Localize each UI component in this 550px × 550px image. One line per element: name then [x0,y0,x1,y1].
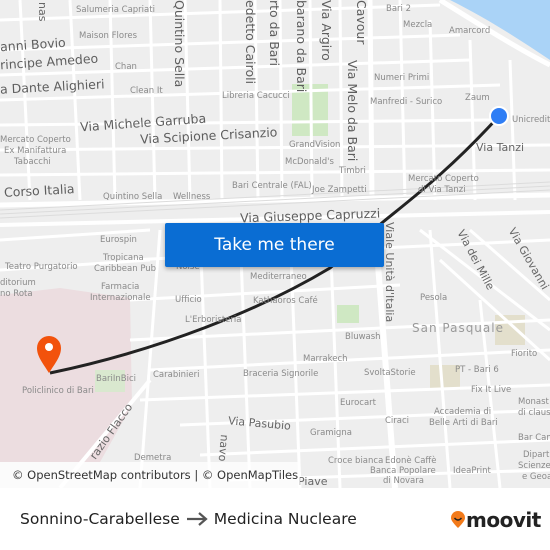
poi-label: Chan [115,62,137,72]
street-label: nas [36,2,49,22]
poi-label: IdeaPrint [453,466,491,476]
map[interactable]: nas Salumeria Capriati Maison Flores ann… [0,0,550,488]
poi-label: Scienze [518,461,550,471]
arrow-right-icon [186,512,208,526]
poi-label: PT - Bari 6 [455,365,499,375]
street-label: Via Melo da Bari [345,60,360,162]
poi-label: Numeri Primi [374,73,430,83]
poi-label: Diparti [523,450,550,460]
poi-label: Manfredi - Surico [370,97,443,107]
poi-label: Belle Arti di Bari [429,418,498,428]
poi-label: di Novara [383,476,424,486]
poi-label: Ciraci [385,416,410,426]
district-label: San Pasquale [412,321,504,335]
poi-label: Salumeria Capriati [76,5,155,15]
destination-name: Medicina Nucleare [213,510,357,528]
poi-label: ditorium [0,278,36,288]
street-label: Cavour [354,0,369,45]
map-attribution[interactable]: © OpenStreetMap contributors | © OpenMap… [0,462,300,488]
poi-label: Eurospin [100,235,137,245]
poi-label: Mercato Coperto [0,135,71,145]
poi-label: Mercato Coperto [408,174,479,184]
poi-label: Pesola [420,293,448,303]
poi-label: SvoltaStorie [364,368,416,378]
poi-label: e Geoa [522,472,550,482]
street-label: Viale Unità d'Italia [383,222,396,323]
moovit-logo: moovit [450,508,541,532]
poi-label: Amarcord [449,26,491,36]
poi-label: Tropicana [103,253,144,263]
poi-label: Marrakech [303,354,348,364]
poi-label: Maison Flores [79,31,138,41]
poi-label: Libreria Cacucci [222,91,290,101]
route-title: Sonnino-Carabellese Medicina Nucleare [20,510,357,528]
poi-label: Monast [518,397,549,407]
poi-label: Kathaoros Café [253,296,318,306]
street-label: edetto Cairoli [243,0,258,85]
poi-label: Wellness [173,192,211,202]
street-label: Via Argiro [319,0,334,61]
street-label: Corso Italia [3,181,75,200]
poi-label: Internazionale [90,293,151,303]
poi-label: di claus [518,408,550,418]
poi-label: Tabacchi [14,157,51,167]
street-label: Piave [298,475,328,488]
poi-label: Bari Centrale (FAL) [232,181,312,191]
poi-label: Clean It [130,86,163,96]
poi-label: Mezcla [403,20,433,30]
poi-label: Farmacia [101,282,140,292]
poi-label: Eurocart [340,398,376,408]
poi-label: Ex Manifattura [4,146,67,156]
poi-label: di Via Tanzi [418,185,466,195]
poi-label: Mediterraneo [250,272,307,282]
poi-label: Ufficio [175,295,202,305]
poi-label: Joe Zampetti [312,185,367,195]
poi-label: Caribbean Pub [94,264,157,274]
street-label: Via Tanzi [476,141,525,154]
poi-label: BariInBici [96,374,137,384]
poi-label: GrandVision [289,140,341,150]
origin-marker[interactable] [489,106,509,126]
poi-label: Accademia di [434,407,492,417]
moovit-pin-icon [451,511,465,528]
poi-label: Carabinieri [153,370,200,380]
poi-label: Timbri [339,166,366,176]
origin-name: Sonnino-Carabellese [20,510,180,528]
take-me-there-button[interactable]: Take me there [165,223,384,267]
poi-label: Teatro Purgatorio [5,262,78,272]
street-label: rto da Bari [267,0,282,67]
poi-label: Braceria Signorile [243,369,319,379]
poi-label: Gramigna [310,428,352,438]
poi-label: Quintino Sella [103,192,163,202]
poi-label: Bar Cam [518,433,550,443]
poi-label: L'Erboristeria [185,315,242,325]
street-label: barano da Bari [294,0,309,93]
footer: Sonnino-Carabellese Medicina Nucleare mo… [0,488,550,550]
poi-label: Zaum [465,93,490,103]
poi-label: Bluwash [345,332,381,342]
poi-label: Fix It Live [471,385,512,395]
poi-label: no Rota [0,289,33,299]
street-label: Via Giuseppe Capruzzi [239,205,381,226]
street-label: Quintino Sella [172,0,187,88]
poi-label: Unicredit [512,115,550,125]
poi-label: Bari 2 [386,4,412,14]
street-label: anni Bovio [0,34,67,55]
poi-label: Policlinico di Bari [22,386,94,396]
street-label: navo [215,433,231,462]
poi-label: McDonald's [285,157,334,167]
moovit-wordmark: moovit [466,508,541,532]
poi-label: Fiorito [511,349,538,359]
